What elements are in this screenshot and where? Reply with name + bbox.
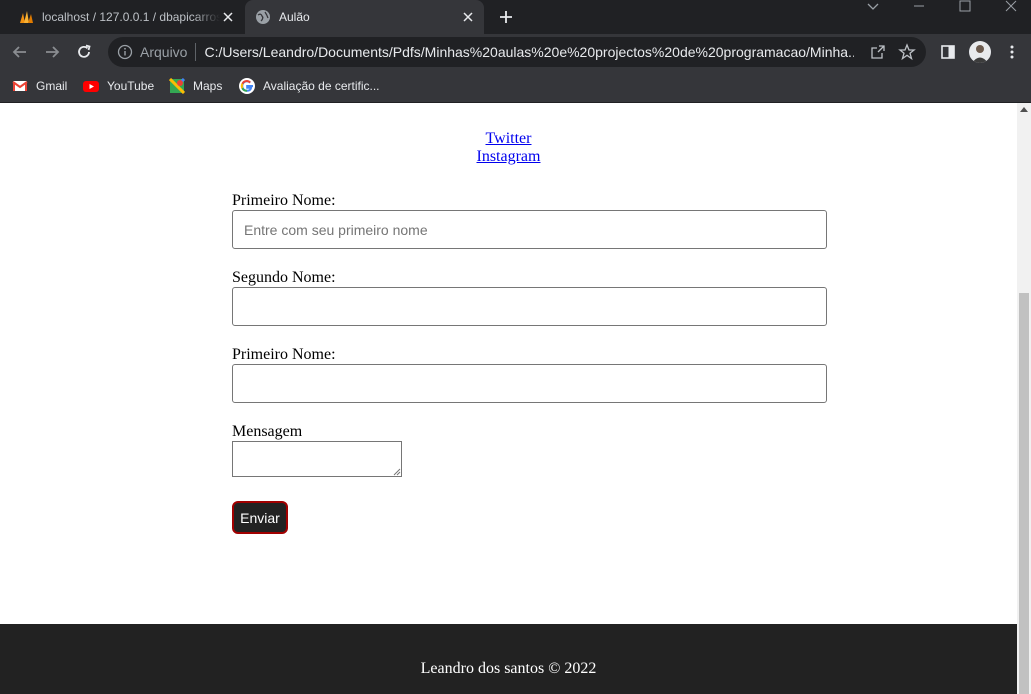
second-name-input[interactable] xyxy=(232,287,827,326)
arrow-right-icon xyxy=(46,46,60,58)
first-name-label: Primeiro Nome: xyxy=(232,192,336,209)
page-viewport: Twitter Instagram Primeiro Nome: Segundo… xyxy=(0,103,1017,694)
profile-avatar[interactable] xyxy=(969,41,991,63)
tab-title: localhost / 127.0.0.1 / dbapicarros xyxy=(42,10,220,24)
reload-button[interactable] xyxy=(73,41,95,63)
message-label: Mensagem xyxy=(232,423,303,440)
tab-phpmyadmin[interactable]: localhost / 127.0.0.1 / dbapicarros xyxy=(8,0,244,34)
forward-button[interactable] xyxy=(41,41,63,63)
tab-strip: localhost / 127.0.0.1 / dbapicarros Aulã… xyxy=(0,0,1031,34)
tab-search-icon[interactable] xyxy=(866,0,880,14)
more-vert-icon xyxy=(1010,45,1014,59)
back-button[interactable] xyxy=(9,41,31,63)
address-bar[interactable]: Arquivo C:/Users/Leandro/Documents/Pdfs/… xyxy=(108,37,926,67)
third-name-label: Primeiro Nome: xyxy=(232,346,336,363)
page-footer: Leandro dos santos © 2022 xyxy=(0,624,1017,694)
tab-aulao[interactable]: Aulão xyxy=(245,0,484,34)
bookmark-label: Gmail xyxy=(36,79,68,93)
globe-icon xyxy=(256,10,270,24)
bookmark-label: YouTube xyxy=(107,79,155,93)
menu-button[interactable] xyxy=(1001,41,1023,63)
new-tab-icon[interactable] xyxy=(497,8,515,26)
bookmark-label: Maps xyxy=(193,79,223,93)
social-links: Twitter Instagram xyxy=(0,130,1017,166)
info-icon[interactable] xyxy=(117,44,133,60)
scroll-up-arrow-icon[interactable] xyxy=(1020,107,1028,112)
footer-text: Leandro dos santos © 2022 xyxy=(420,660,597,677)
maps-icon xyxy=(169,78,185,94)
side-panel-icon xyxy=(941,45,955,59)
instagram-link[interactable]: Instagram xyxy=(477,148,541,165)
close-tab-icon[interactable] xyxy=(220,9,236,25)
maximize-icon[interactable] xyxy=(958,0,972,14)
submit-button[interactable]: Enviar xyxy=(232,501,288,534)
avatar-image xyxy=(972,45,988,63)
tab-title: Aulão xyxy=(279,10,310,24)
bookmark-gmail[interactable]: Gmail xyxy=(12,76,67,96)
bookmark-label: Avaliação de certific... xyxy=(263,79,380,93)
arrow-left-icon xyxy=(12,46,26,58)
scheme-label: Arquivo xyxy=(140,44,188,60)
third-name-input[interactable] xyxy=(232,364,827,403)
bookmark-maps[interactable]: Maps xyxy=(169,76,222,96)
scrollbar-thumb[interactable] xyxy=(1019,293,1029,694)
message-textarea[interactable] xyxy=(232,441,402,477)
gmail-icon xyxy=(12,81,28,91)
browser-toolbar: Arquivo C:/Users/Leandro/Documents/Pdfs/… xyxy=(0,34,1031,70)
bookmark-youtube[interactable]: YouTube xyxy=(83,76,154,96)
first-name-input[interactable] xyxy=(232,210,827,249)
minimize-icon[interactable] xyxy=(912,0,926,14)
address-divider xyxy=(195,43,197,61)
share-icon[interactable] xyxy=(870,44,886,60)
youtube-icon xyxy=(83,81,99,92)
bookmark-star-icon[interactable] xyxy=(898,43,916,61)
address-url[interactable]: C:/Users/Leandro/Documents/Pdfs/Minhas%2… xyxy=(204,44,854,60)
close-tab-icon[interactable] xyxy=(460,9,476,25)
bookmark-avaliacao[interactable]: Avaliação de certific... xyxy=(239,76,380,96)
close-window-icon[interactable] xyxy=(1004,0,1018,14)
twitter-link[interactable]: Twitter xyxy=(486,130,532,147)
google-icon xyxy=(239,78,255,94)
clipped-section-heading xyxy=(0,103,1017,112)
reload-icon xyxy=(78,44,91,58)
resize-grip-icon[interactable] xyxy=(392,467,401,476)
bookmarks-bar: Gmail YouTube Maps Avaliação de certific… xyxy=(0,70,1031,102)
vertical-scrollbar[interactable] xyxy=(1017,103,1031,694)
phpmyadmin-icon xyxy=(20,11,33,23)
side-panel-button[interactable] xyxy=(937,41,959,63)
second-name-label: Segundo Nome: xyxy=(232,269,336,286)
